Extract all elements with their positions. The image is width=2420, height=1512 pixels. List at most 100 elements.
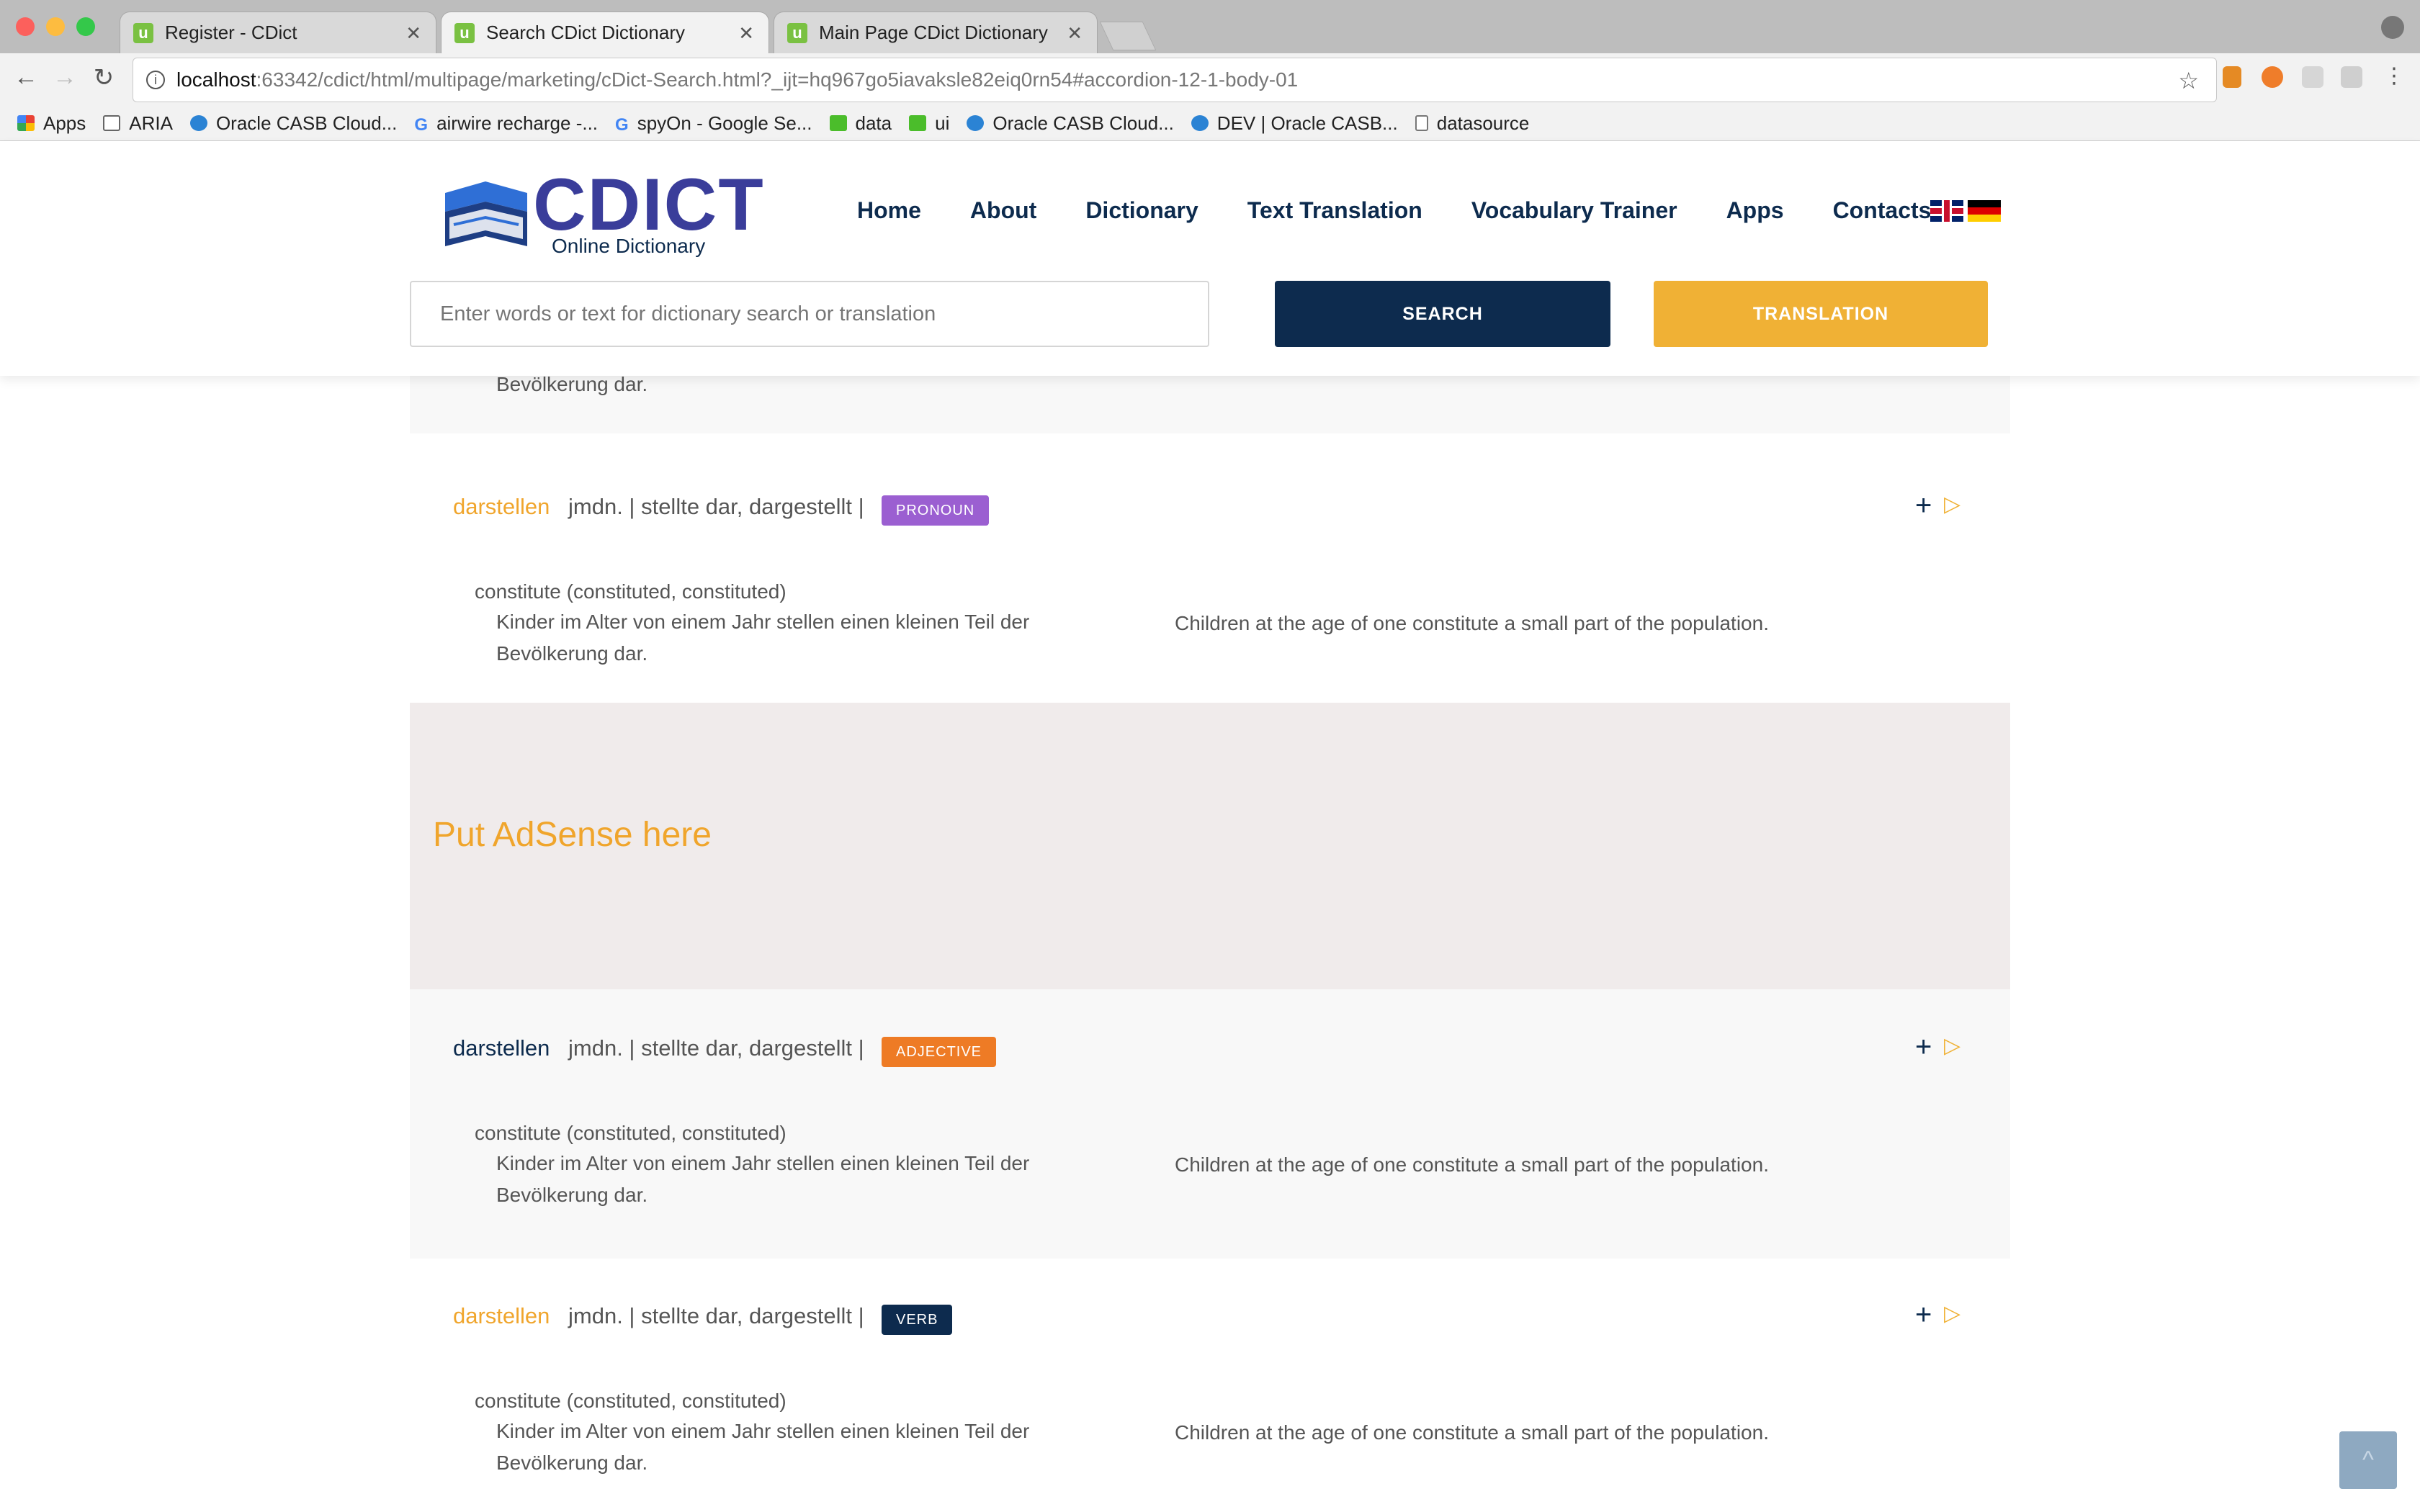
tab-title: Register - CDict <box>165 22 297 43</box>
example-english: Children at the age of one constitute a … <box>1175 1153 1769 1176</box>
menu-kebab-icon[interactable]: ⋮ <box>2378 63 2410 89</box>
entry-word[interactable]: darstellen <box>453 494 550 520</box>
forward-arrow-icon[interactable]: → <box>49 63 81 91</box>
bookmark-label: airwire recharge -... <box>436 112 599 134</box>
scroll-to-top-button[interactable]: ^ <box>2339 1431 2397 1489</box>
bookmark-label: Apps <box>43 112 86 134</box>
entry-forms: jmdn. | stellte dar, dargestellt | <box>568 1035 864 1061</box>
example-english: Children at the age of one constitute a … <box>1175 1421 1769 1444</box>
minimize-window-button[interactable] <box>46 17 65 36</box>
bookmark-label: ui <box>935 112 950 134</box>
reload-icon[interactable]: ↻ <box>88 63 120 92</box>
search-button[interactable]: SEARCH <box>1275 281 1610 347</box>
cdict-logo[interactable]: CDICT Online Dictionary <box>439 163 763 258</box>
google-icon: G <box>615 115 629 135</box>
address-bar[interactable]: i localhost:63342/cdict/html/multipage/m… <box>133 58 2217 102</box>
bookmark-apps[interactable]: Apps <box>17 112 86 135</box>
bookmark-label: ARIA <box>129 112 173 134</box>
add-to-vocabulary-icon[interactable]: + <box>1915 1032 1932 1061</box>
extension-icon[interactable] <box>2223 66 2241 88</box>
bookmark-label: spyOn - Google Se... <box>637 112 812 134</box>
entry-word[interactable]: darstellen <box>453 1035 550 1061</box>
entry-sense: constitute (constituted, constituted) <box>475 580 786 603</box>
nav-vocabulary-trainer[interactable]: Vocabulary Trainer <box>1471 197 1677 224</box>
nav-contacts[interactable]: Contacts <box>1833 197 1932 224</box>
google-icon: G <box>414 115 429 135</box>
info-icon[interactable]: i <box>146 71 165 89</box>
uk-flag-icon[interactable] <box>1930 200 1963 222</box>
results-list: Bevölkerung dar. darstellen jmdn. | stel… <box>0 373 2420 1512</box>
browser-chrome: u Register - CDict ✕ u Search CDict Dict… <box>0 0 2420 141</box>
add-to-vocabulary-icon[interactable]: + <box>1915 1300 1932 1329</box>
cloud-icon <box>1191 115 1209 131</box>
add-to-vocabulary-icon[interactable]: + <box>1915 491 1932 520</box>
tab-bar: u Register - CDict ✕ u Search CDict Dict… <box>0 0 2420 53</box>
language-switcher <box>1930 200 2001 222</box>
nav-apps[interactable]: Apps <box>1726 197 1784 224</box>
extension-icon[interactable] <box>2341 66 2362 88</box>
ad-text: Put AdSense here <box>433 816 712 854</box>
maximize-window-button[interactable] <box>76 17 95 36</box>
apps-grid-icon <box>17 115 35 131</box>
close-tab-icon[interactable]: ✕ <box>1067 22 1083 45</box>
pos-badge: ADJECTIVE <box>882 1037 997 1067</box>
nav-text-translation[interactable]: Text Translation <box>1247 197 1422 224</box>
u-favicon-icon: u <box>454 22 475 43</box>
play-audio-icon[interactable]: ▷ <box>1944 1303 1960 1325</box>
tab-search[interactable]: u Search CDict Dictionary ✕ <box>441 12 769 53</box>
nav-about[interactable]: About <box>970 197 1036 224</box>
bookmark-label: Oracle CASB Cloud... <box>215 112 398 134</box>
bookmark-spyon[interactable]: GspyOn - Google Se... <box>615 112 812 135</box>
bookmark-oracle-casb-2[interactable]: Oracle CASB Cloud... <box>967 112 1174 135</box>
tab-main-page[interactable]: u Main Page CDict Dictionary ✕ <box>774 12 1098 53</box>
bookmark-ui[interactable]: ui <box>909 112 949 135</box>
green-stairs-icon <box>829 115 847 131</box>
url-path: :63342/cdict/html/multipage/marketing/cD… <box>256 68 1299 91</box>
close-window-button[interactable] <box>16 17 35 36</box>
pos-badge: VERB <box>882 1305 953 1335</box>
extension-icon[interactable] <box>2262 66 2283 88</box>
dictionary-entry: darstellen jmdn. | stellte dar, dargeste… <box>410 1259 2010 1512</box>
bookmark-dev-oracle[interactable]: DEV | Oracle CASB... <box>1191 112 1398 135</box>
play-audio-icon[interactable]: ▷ <box>1944 1035 1960 1057</box>
folder-icon <box>103 115 121 131</box>
bookmark-datasource[interactable]: datasource <box>1415 112 1530 135</box>
entry-sense: constitute (constituted, constituted) <box>475 1390 786 1412</box>
u-favicon-icon: u <box>787 22 807 43</box>
tab-title: Search CDict Dictionary <box>486 22 685 43</box>
bookmark-airwire[interactable]: Gairwire recharge -... <box>414 112 598 135</box>
bookmark-star-icon[interactable]: ☆ <box>2178 67 2199 94</box>
bookmark-aria[interactable]: ARIA <box>103 112 173 135</box>
nav-home[interactable]: Home <box>857 197 921 224</box>
translation-button[interactable]: TRANSLATION <box>1654 281 1988 347</box>
chevron-up-icon: ^ <box>2362 1446 2374 1474</box>
site-header: CDICT Online Dictionary Home About Dicti… <box>0 141 2420 376</box>
bookmark-oracle-casb[interactable]: Oracle CASB Cloud... <box>189 112 398 135</box>
back-arrow-icon[interactable]: ← <box>10 63 42 91</box>
extension-icon[interactable] <box>2302 66 2323 88</box>
profile-icon[interactable] <box>2381 16 2404 39</box>
nav-dictionary[interactable]: Dictionary <box>1085 197 1198 224</box>
close-tab-icon[interactable]: ✕ <box>405 22 421 45</box>
close-tab-icon[interactable]: ✕ <box>738 22 754 45</box>
search-input[interactable] <box>410 281 1209 347</box>
entry-word[interactable]: darstellen <box>453 1303 550 1329</box>
green-stairs-icon <box>909 115 927 131</box>
example-german: Kinder im Alter von einem Jahr stellen e… <box>496 611 1030 665</box>
bookmark-data[interactable]: data <box>829 112 892 135</box>
bookmark-label: datasource <box>1436 112 1530 134</box>
logo-subtitle: Online Dictionary <box>552 235 706 257</box>
new-tab-button[interactable] <box>1099 22 1157 50</box>
example-german: Kinder im Alter von einem Jahr stellen e… <box>496 1420 1030 1474</box>
play-audio-icon[interactable]: ▷ <box>1944 494 1960 516</box>
page-icon <box>1415 115 1428 131</box>
german-flag-icon[interactable] <box>1968 200 2001 222</box>
ad-placeholder: Put AdSense here <box>410 703 2010 989</box>
example-english: Children at the age of one constitute a … <box>1175 612 1769 634</box>
entry-sense: constitute (constituted, constituted) <box>475 1122 786 1144</box>
dictionary-entry: darstellen jmdn. | stellte dar, dargeste… <box>410 433 2010 703</box>
entry-forms: jmdn. | stellte dar, dargestellt | <box>568 494 864 519</box>
dictionary-entry: darstellen jmdn. | stellte dar, dargeste… <box>410 989 2010 1259</box>
cloud-icon <box>189 115 207 131</box>
tab-register[interactable]: u Register - CDict ✕ <box>120 12 436 53</box>
